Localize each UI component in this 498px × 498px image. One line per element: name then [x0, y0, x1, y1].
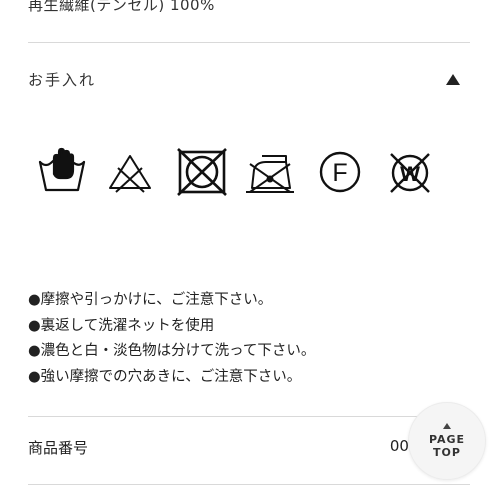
- divider: [28, 42, 470, 43]
- low-iron-with-cloth-icon: [244, 146, 296, 202]
- arrow-up-icon: [443, 423, 451, 429]
- triangle-up-icon[interactable]: [446, 73, 460, 85]
- care-note: ●濃色と白・淡色物は分けて洗って下さい。: [28, 343, 316, 360]
- hand-wash-icon: [36, 146, 88, 202]
- page-top-button[interactable]: PAGE TOP: [408, 402, 486, 480]
- no-bleach-icon: [104, 146, 156, 202]
- care-note: ●裏返して洗濯ネットを使用: [28, 317, 215, 334]
- svg-text:F: F: [332, 159, 347, 187]
- dry-clean-f-icon: F: [314, 146, 366, 202]
- page-top-label-line2: TOP: [433, 446, 461, 459]
- divider: [28, 484, 470, 485]
- product-number-row: 商品番号 0010: [28, 437, 428, 458]
- page-top-label-line1: PAGE: [428, 433, 466, 446]
- care-title: お手入れ: [28, 70, 97, 89]
- no-wet-clean-icon: W: [384, 146, 436, 202]
- no-tumble-dry-icon: [176, 146, 228, 202]
- care-note: ●強い摩擦での穴あきに、ご注意下さい。: [28, 369, 302, 386]
- divider: [28, 416, 470, 417]
- material-composition: 再生繊維(テンセル) 100%: [28, 0, 215, 14]
- care-notes: ●摩擦や引っかけに、ご注意下さい。 ●裏返して洗濯ネットを使用 ●濃色と白・淡色…: [28, 288, 315, 391]
- care-note: ●摩擦や引っかけに、ご注意下さい。: [28, 292, 273, 308]
- product-number-label: 商品番号: [28, 439, 89, 457]
- care-accordion-header[interactable]: お手入れ: [28, 64, 470, 94]
